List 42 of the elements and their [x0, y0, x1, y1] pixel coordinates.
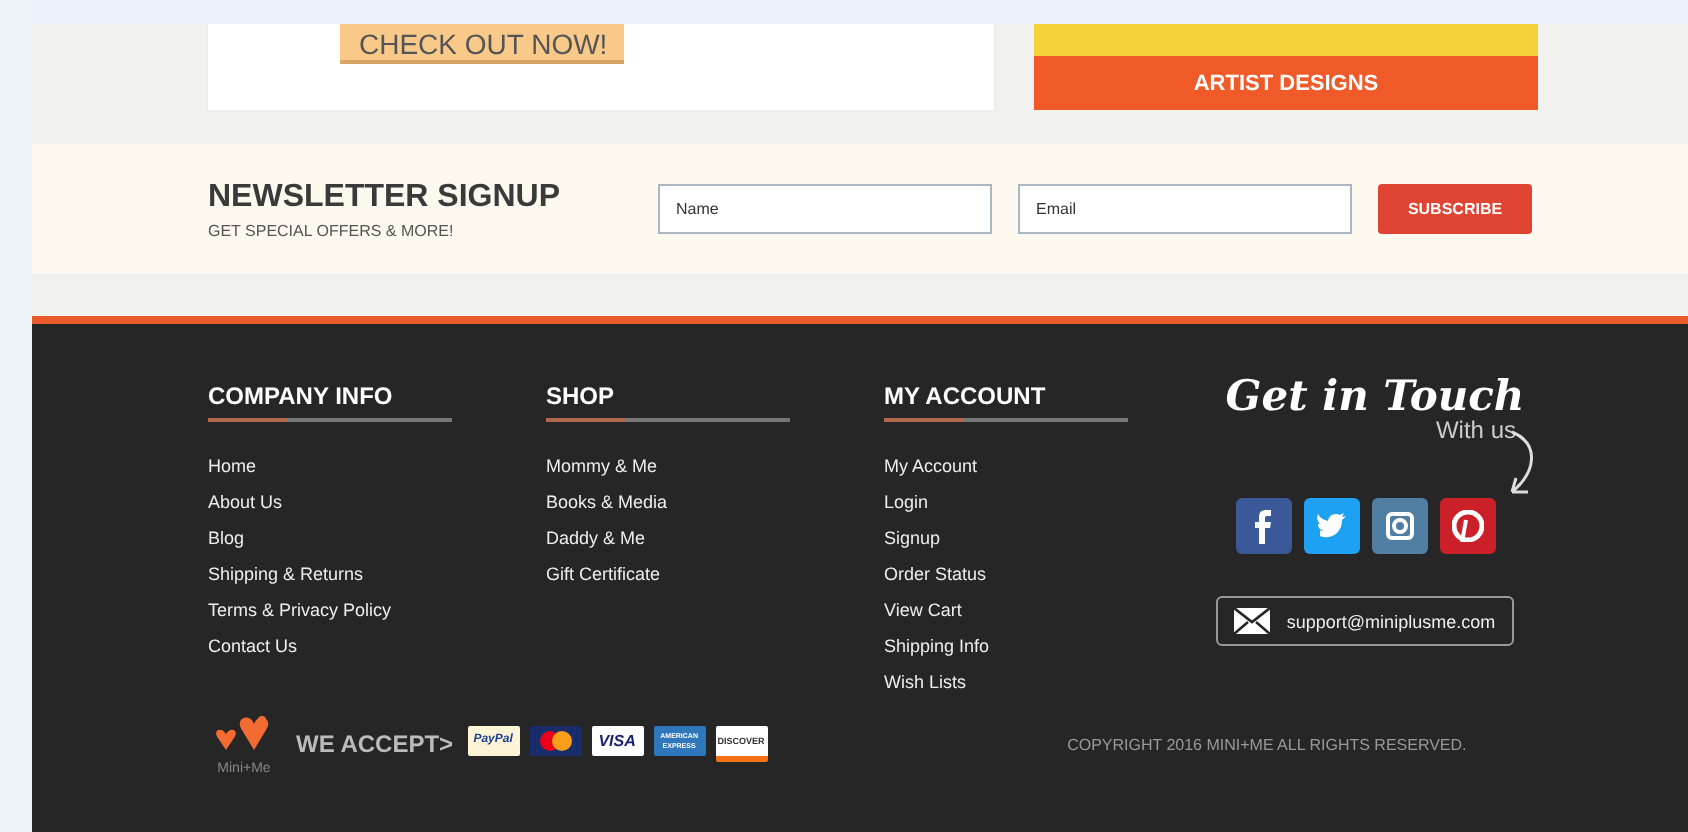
check-out-button[interactable]: CHECK OUT NOW! — [339, 24, 623, 64]
footer-link[interactable]: Mommy & Me — [546, 456, 658, 476]
twitter-icon — [1315, 510, 1347, 542]
twitter-button[interactable] — [1303, 498, 1359, 554]
mastercard-card-icon — [529, 726, 582, 756]
facebook-button[interactable] — [1235, 498, 1291, 554]
get-in-touch-heading: Get in Touch — [1225, 370, 1525, 420]
footer-link[interactable]: Wish Lists — [884, 672, 967, 692]
footer-link[interactable]: Login — [884, 492, 929, 512]
footer-link[interactable]: Shipping & Returns — [208, 564, 364, 584]
footer-link[interactable]: Shipping Info — [884, 636, 990, 656]
footer-link[interactable]: View Cart — [884, 600, 962, 620]
instagram-button[interactable] — [1371, 498, 1427, 554]
footer-link[interactable]: Blog — [208, 528, 245, 548]
we-accept-label: WE ACCEPT> — [296, 730, 454, 758]
column-heading: MY ACCOUNT — [884, 382, 1128, 422]
footer-link[interactable]: My Account — [884, 456, 978, 476]
email-box[interactable]: support@miniplusme.com — [1216, 596, 1514, 646]
subscribe-button[interactable]: SUBSCRIBE — [1378, 184, 1532, 234]
envelope-icon — [1234, 608, 1271, 634]
footer-link[interactable]: Order Status — [884, 564, 987, 584]
name-field[interactable]: Name — [658, 184, 992, 234]
footer-link[interactable]: Signup — [884, 528, 941, 548]
visa-card-icon: VISA — [591, 726, 644, 756]
email-field[interactable]: Email — [1018, 184, 1352, 234]
footer-link[interactable]: Contact Us — [208, 636, 298, 656]
pinterest-icon — [1451, 510, 1483, 542]
instagram-icon — [1383, 510, 1415, 542]
column-heading: SHOP — [546, 382, 790, 422]
footer-link[interactable]: Books & Media — [546, 492, 668, 512]
with-us-text: With us — [1435, 416, 1516, 444]
footer-link[interactable]: About Us — [208, 492, 283, 512]
footer-link[interactable]: Daddy & Me — [546, 528, 646, 548]
column-heading: COMPANY INFO — [208, 382, 452, 422]
footer-link[interactable]: Home — [208, 456, 257, 476]
footer-link[interactable]: Terms & Privacy Policy — [208, 600, 392, 620]
newsletter-subtitle: GET SPECIAL OFFERS & MORE! — [208, 221, 456, 239]
facebook-icon — [1253, 509, 1273, 543]
copyright-text: COPYRIGHT 2016 MINI+ME ALL RIGHTS RESERVED. — [1067, 735, 1467, 753]
footer-link[interactable]: Gift Certificate — [546, 564, 661, 584]
pinterest-button[interactable] — [1439, 498, 1495, 554]
newsletter-title: NEWSLETTER SIGNUP — [208, 179, 563, 215]
